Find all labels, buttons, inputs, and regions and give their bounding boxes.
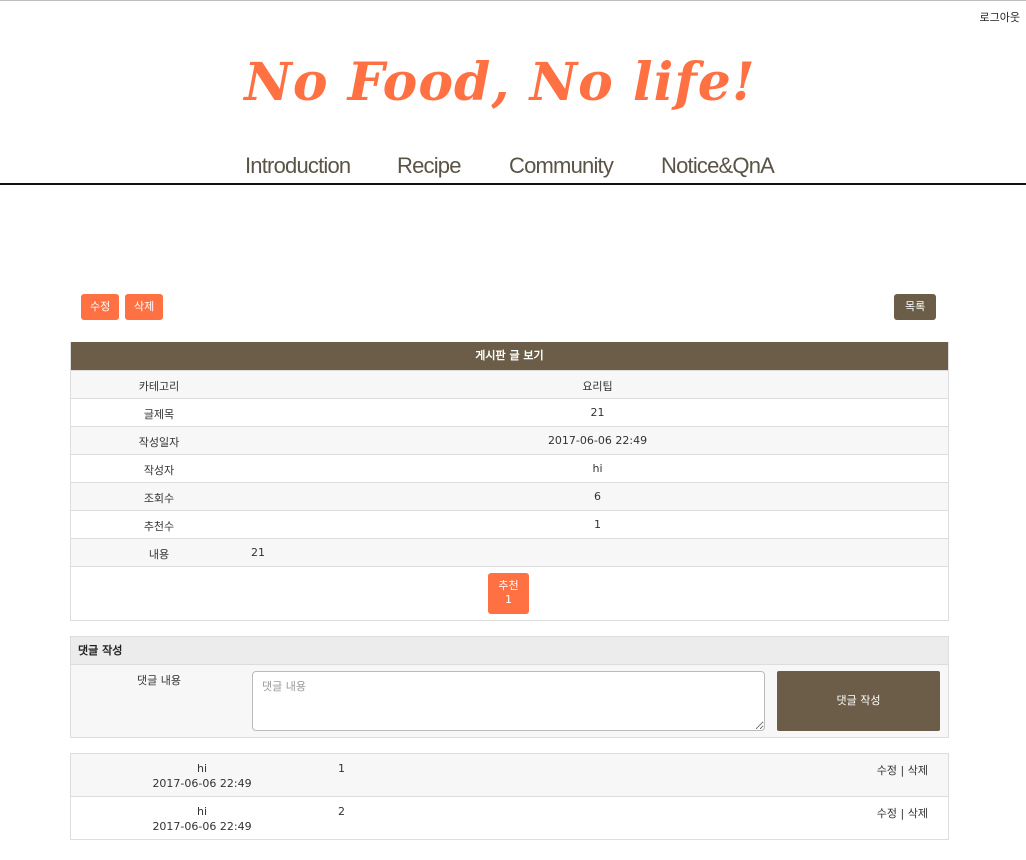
table-row: 글제목 21 <box>71 398 948 426</box>
nav-notice-qna[interactable]: Notice&QnA <box>661 153 775 179</box>
comment-edit-link[interactable]: 수정 <box>877 764 897 777</box>
comment-date: 2017-06-06 22:49 <box>152 777 252 790</box>
comment-author: hi <box>196 762 208 775</box>
comment-content-label: 댓글 내용 <box>137 674 181 687</box>
row-label: 글제목 <box>143 408 175 421</box>
comment-input[interactable] <box>252 671 765 731</box>
recommend-count: 1 <box>505 593 512 606</box>
table-row: 조회수 6 <box>71 482 948 510</box>
row-label: 추천수 <box>143 520 175 533</box>
recommend-button[interactable]: 추천 1 <box>488 573 529 614</box>
content-row: 내용 21 <box>71 538 948 566</box>
nav-recipe[interactable]: Recipe <box>397 153 461 179</box>
comment-actions: 수정 | 삭제 <box>877 805 928 821</box>
nav-community[interactable]: Community <box>509 153 614 179</box>
recommend-label: 추천 <box>498 579 519 592</box>
logout-link[interactable]: 로그아웃 <box>980 9 1020 25</box>
comment-delete-link[interactable]: 삭제 <box>908 807 928 820</box>
edit-post-button[interactable]: 수정 <box>81 294 120 320</box>
recommend-row: 추천 1 <box>71 566 948 620</box>
content-label: 내용 <box>148 548 170 561</box>
comment-edit-link[interactable]: 수정 <box>877 807 897 820</box>
site-logo[interactable]: No Food, No life! <box>0 52 1000 113</box>
delete-post-button[interactable]: 삭제 <box>125 294 164 320</box>
comment-text: 1 <box>338 762 345 775</box>
comment-action-separator: | <box>900 807 905 820</box>
comment-text: 2 <box>338 805 345 818</box>
nav-introduction[interactable]: Introduction <box>245 153 351 179</box>
post-view-title: 게시판 글 보기 <box>71 342 948 370</box>
table-row: 작성일자 2017-06-06 22:49 <box>71 426 948 454</box>
comment-actions: 수정 | 삭제 <box>877 762 928 778</box>
content-value: 21 <box>251 546 265 559</box>
post-view-table: 게시판 글 보기 카테고리 요리팁 글제목 21 작성일자 2017-06-06… <box>70 342 949 621</box>
list-button[interactable]: 목록 <box>894 294 937 320</box>
comment-delete-link[interactable]: 삭제 <box>908 764 928 777</box>
row-value: 21 <box>590 406 605 419</box>
nav-divider <box>0 183 1026 185</box>
row-value: 요리팁 <box>582 380 613 393</box>
row-label: 작성일자 <box>138 436 180 449</box>
comment-form-title: 댓글 작성 <box>71 637 948 665</box>
comment-submit-button[interactable]: 댓글 작성 <box>777 671 940 731</box>
comment-form-body: 댓글 내용 댓글 작성 <box>71 665 948 737</box>
comment-form: 댓글 작성 댓글 내용 댓글 작성 <box>70 636 949 738</box>
row-label: 카테고리 <box>138 380 180 393</box>
row-label: 작성자 <box>143 464 175 477</box>
comment-item: hi 2017-06-06 22:49 2 수정 | 삭제 <box>71 796 948 839</box>
row-value: hi <box>592 462 603 475</box>
table-row: 작성자 hi <box>71 454 948 482</box>
comment-list: hi 2017-06-06 22:49 1 수정 | 삭제 hi 2017-06… <box>70 753 949 840</box>
row-label: 조회수 <box>143 492 175 505</box>
table-row: 카테고리 요리팁 <box>71 370 948 398</box>
comment-action-separator: | <box>900 764 905 777</box>
row-value: 2017-06-06 22:49 <box>547 434 648 447</box>
main-nav: Introduction Recipe Community Notice&QnA <box>0 153 1026 183</box>
table-row: 추천수 1 <box>71 510 948 538</box>
row-value: 6 <box>594 490 601 503</box>
comment-item: hi 2017-06-06 22:49 1 수정 | 삭제 <box>71 754 948 796</box>
row-value: 1 <box>594 518 601 531</box>
comment-author: hi <box>196 805 208 818</box>
top-border <box>0 0 1026 1</box>
comment-date: 2017-06-06 22:49 <box>152 820 252 833</box>
